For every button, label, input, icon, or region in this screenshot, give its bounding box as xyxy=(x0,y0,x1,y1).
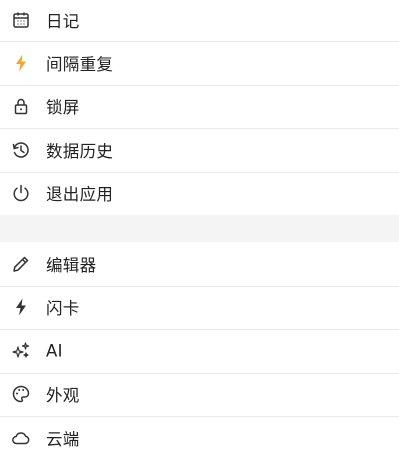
menu-item-label: 锁屏 xyxy=(46,98,80,118)
menu-item-label: 日记 xyxy=(46,12,80,31)
menu-item-lock-screen[interactable]: 锁屏 xyxy=(0,84,399,129)
settings-menu: 日记 间隔重复 锁屏 数据历史 退出应用 编辑器 闪卡 AI 外观 云端 xyxy=(0,0,399,453)
power-icon xyxy=(10,182,32,204)
menu-group-general: 日记 间隔重复 锁屏 数据历史 退出应用 xyxy=(0,0,399,215)
calendar-icon xyxy=(10,9,32,31)
cloud-icon xyxy=(10,427,32,449)
menu-item-diary[interactable]: 日记 xyxy=(0,0,399,41)
menu-item-label: AI xyxy=(46,341,63,361)
menu-item-spaced-repetition[interactable]: 间隔重复 xyxy=(0,41,399,85)
menu-item-data-history[interactable]: 数据历史 xyxy=(0,128,399,172)
lightning-bolt-icon xyxy=(10,296,32,318)
menu-item-label: 编辑器 xyxy=(46,255,97,275)
section-divider xyxy=(0,215,399,242)
palette-icon xyxy=(10,383,32,405)
menu-item-quit-app[interactable]: 退出应用 xyxy=(0,171,399,216)
menu-item-cloud[interactable]: 云端 xyxy=(0,416,399,453)
menu-item-ai[interactable]: AI xyxy=(0,329,399,373)
menu-item-label: 退出应用 xyxy=(46,185,114,205)
lock-icon xyxy=(10,95,32,117)
menu-item-appearance[interactable]: 外观 xyxy=(0,372,399,417)
pencil-icon xyxy=(10,253,32,275)
menu-item-label: 数据历史 xyxy=(46,141,114,161)
menu-group-settings: 编辑器 闪卡 AI 外观 云端 xyxy=(0,242,399,453)
sparkles-icon xyxy=(10,340,32,362)
menu-item-label: 云端 xyxy=(46,429,80,449)
menu-item-label: 间隔重复 xyxy=(46,54,114,74)
lightning-bolt-icon xyxy=(10,52,32,74)
menu-item-editor[interactable]: 编辑器 xyxy=(0,242,399,286)
menu-item-flashcards[interactable]: 闪卡 xyxy=(0,285,399,330)
menu-item-label: 外观 xyxy=(46,386,80,406)
menu-item-label: 闪卡 xyxy=(46,299,80,319)
history-icon xyxy=(10,139,32,161)
